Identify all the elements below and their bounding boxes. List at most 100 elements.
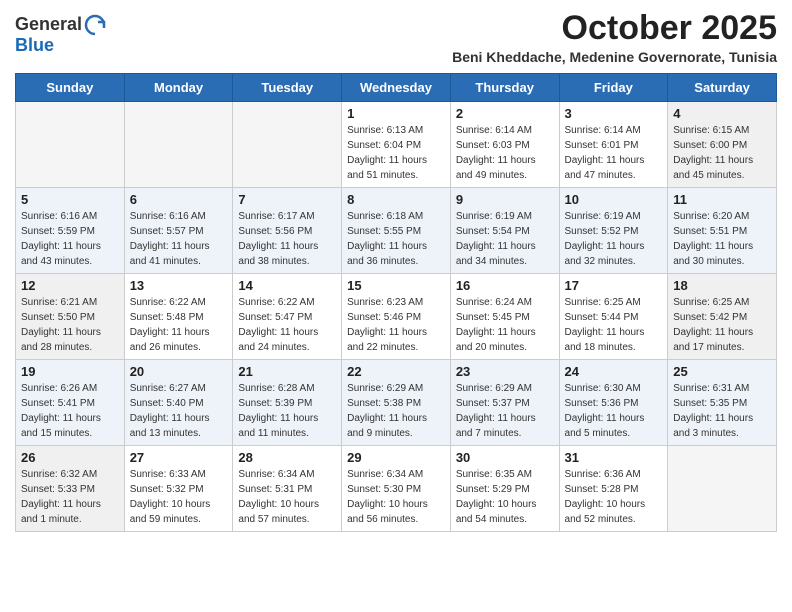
day-number: 13 [130,278,228,293]
day-detail: Sunrise: 6:22 AM Sunset: 5:48 PM Dayligh… [130,295,228,355]
calendar-cell: 15Sunrise: 6:23 AM Sunset: 5:46 PM Dayli… [342,274,451,360]
location-subtitle: Beni Kheddache, Medenine Governorate, Tu… [452,49,777,65]
calendar-cell: 1 Sunrise: 6:13 AM Sunset: 6:04 PM Daylig… [342,102,451,188]
day-detail: Sunrise: 6:31 AM Sunset: 5:35 PM Dayligh… [673,381,771,441]
day-detail: Sunrise: 6:21 AM Sunset: 5:50 PM Dayligh… [21,295,119,355]
day-number: 12 [21,278,119,293]
day-detail: Sunrise: 6:24 AM Sunset: 5:45 PM Dayligh… [456,295,554,355]
calendar-cell [16,102,125,188]
day-detail: Sunrise: 6:15 AM Sunset: 6:00 PM Dayligh… [673,123,771,183]
calendar-cell: 3 Sunrise: 6:14 AM Sunset: 6:01 PM Daylig… [559,102,668,188]
calendar-cell: 11Sunrise: 6:20 AM Sunset: 5:51 PM Dayli… [668,188,777,274]
weekday-header-wednesday: Wednesday [342,74,451,102]
day-number: 9 [456,192,554,207]
day-number: 30 [456,450,554,465]
calendar-cell: 28 Sunrise: 6:34 AM Sunset: 5:31 PM Dayli… [233,446,342,532]
day-detail: Sunrise: 6:27 AM Sunset: 5:40 PM Dayligh… [130,381,228,441]
day-number: 16 [456,278,554,293]
calendar-cell: 17Sunrise: 6:25 AM Sunset: 5:44 PM Dayli… [559,274,668,360]
day-number: 4 [673,106,771,121]
day-detail: Sunrise: 6:26 AM Sunset: 5:41 PM Dayligh… [21,381,119,441]
day-detail: Sunrise: 6:22 AM Sunset: 5:47 PM Dayligh… [238,295,336,355]
logo-general-text: General [15,15,82,35]
week-row-1: 1 Sunrise: 6:13 AM Sunset: 6:04 PM Daylig… [16,102,777,188]
weekday-header-thursday: Thursday [450,74,559,102]
calendar-cell: 31Sunrise: 6:36 AM Sunset: 5:28 PM Dayli… [559,446,668,532]
day-number: 29 [347,450,445,465]
calendar-cell [668,446,777,532]
calendar-cell: 29Sunrise: 6:34 AM Sunset: 5:30 PM Dayli… [342,446,451,532]
calendar-cell: 22 Sunrise: 6:29 AM Sunset: 5:38 PM Dayli… [342,360,451,446]
day-number: 27 [130,450,228,465]
day-number: 7 [238,192,336,207]
calendar-cell: 30 Sunrise: 6:35 AM Sunset: 5:29 PM Dayli… [450,446,559,532]
day-number: 1 [347,106,445,121]
calendar-cell [124,102,233,188]
day-detail: Sunrise: 6:20 AM Sunset: 5:51 PM Dayligh… [673,209,771,269]
day-number: 21 [238,364,336,379]
week-row-5: 26Sunrise: 6:32 AM Sunset: 5:33 PM Dayli… [16,446,777,532]
calendar-cell: 19 Sunrise: 6:26 AM Sunset: 5:41 PM Dayli… [16,360,125,446]
day-detail: Sunrise: 6:13 AM Sunset: 6:04 PM Dayligh… [347,123,445,183]
weekday-header-monday: Monday [124,74,233,102]
day-detail: Sunrise: 6:17 AM Sunset: 5:56 PM Dayligh… [238,209,336,269]
day-detail: Sunrise: 6:14 AM Sunset: 6:01 PM Dayligh… [565,123,663,183]
day-detail: Sunrise: 6:32 AM Sunset: 5:33 PM Dayligh… [21,467,119,527]
weekday-header-row: SundayMondayTuesdayWednesdayThursdayFrid… [16,74,777,102]
day-detail: Sunrise: 6:18 AM Sunset: 5:55 PM Dayligh… [347,209,445,269]
day-number: 18 [673,278,771,293]
week-row-2: 5 Sunrise: 6:16 AM Sunset: 5:59 PM Daylig… [16,188,777,274]
calendar-cell: 25 Sunrise: 6:31 AM Sunset: 5:35 PM Dayli… [668,360,777,446]
day-detail: Sunrise: 6:35 AM Sunset: 5:29 PM Dayligh… [456,467,554,527]
calendar-cell: 12 Sunrise: 6:21 AM Sunset: 5:50 PM Dayli… [16,274,125,360]
calendar-cell: 24Sunrise: 6:30 AM Sunset: 5:36 PM Dayli… [559,360,668,446]
calendar-cell: 8Sunrise: 6:18 AM Sunset: 5:55 PM Daylig… [342,188,451,274]
day-detail: Sunrise: 6:14 AM Sunset: 6:03 PM Dayligh… [456,123,554,183]
calendar-cell: 21 Sunrise: 6:28 AM Sunset: 5:39 PM Dayli… [233,360,342,446]
calendar-cell: 9 Sunrise: 6:19 AM Sunset: 5:54 PM Daylig… [450,188,559,274]
month-year-title: October 2025 [452,10,777,47]
day-detail: Sunrise: 6:23 AM Sunset: 5:46 PM Dayligh… [347,295,445,355]
calendar-table: SundayMondayTuesdayWednesdayThursdayFrid… [15,73,777,532]
day-detail: Sunrise: 6:16 AM Sunset: 5:59 PM Dayligh… [21,209,119,269]
week-row-3: 12 Sunrise: 6:21 AM Sunset: 5:50 PM Dayli… [16,274,777,360]
calendar-cell: 5 Sunrise: 6:16 AM Sunset: 5:59 PM Daylig… [16,188,125,274]
calendar-cell: 27Sunrise: 6:33 AM Sunset: 5:32 PM Dayli… [124,446,233,532]
day-detail: Sunrise: 6:29 AM Sunset: 5:37 PM Dayligh… [456,381,554,441]
day-number: 2 [456,106,554,121]
calendar-cell [233,102,342,188]
day-number: 19 [21,364,119,379]
day-detail: Sunrise: 6:19 AM Sunset: 5:54 PM Dayligh… [456,209,554,269]
weekday-header-saturday: Saturday [668,74,777,102]
title-block: October 2025 Beni Kheddache, Medenine Go… [452,10,777,65]
calendar-cell: 16 Sunrise: 6:24 AM Sunset: 5:45 PM Dayli… [450,274,559,360]
day-detail: Sunrise: 6:28 AM Sunset: 5:39 PM Dayligh… [238,381,336,441]
calendar-cell: 6 Sunrise: 6:16 AM Sunset: 5:57 PM Daylig… [124,188,233,274]
day-detail: Sunrise: 6:34 AM Sunset: 5:31 PM Dayligh… [238,467,336,527]
day-number: 22 [347,364,445,379]
day-detail: Sunrise: 6:36 AM Sunset: 5:28 PM Dayligh… [565,467,663,527]
calendar-container: General Blue October 2025 Beni Kheddache… [0,0,792,547]
day-number: 25 [673,364,771,379]
calendar-cell: 2 Sunrise: 6:14 AM Sunset: 6:03 PM Daylig… [450,102,559,188]
calendar-cell: 23Sunrise: 6:29 AM Sunset: 5:37 PM Dayli… [450,360,559,446]
calendar-cell: 18 Sunrise: 6:25 AM Sunset: 5:42 PM Dayli… [668,274,777,360]
day-number: 28 [238,450,336,465]
day-detail: Sunrise: 6:16 AM Sunset: 5:57 PM Dayligh… [130,209,228,269]
calendar-cell: 10Sunrise: 6:19 AM Sunset: 5:52 PM Dayli… [559,188,668,274]
logo-blue-text: Blue [15,35,54,55]
weekday-header-sunday: Sunday [16,74,125,102]
day-detail: Sunrise: 6:25 AM Sunset: 5:42 PM Dayligh… [673,295,771,355]
day-detail: Sunrise: 6:29 AM Sunset: 5:38 PM Dayligh… [347,381,445,441]
calendar-cell: 26Sunrise: 6:32 AM Sunset: 5:33 PM Dayli… [16,446,125,532]
weekday-header-tuesday: Tuesday [233,74,342,102]
day-number: 3 [565,106,663,121]
day-number: 10 [565,192,663,207]
calendar-cell: 7 Sunrise: 6:17 AM Sunset: 5:56 PM Daylig… [233,188,342,274]
weekday-header-friday: Friday [559,74,668,102]
calendar-cell: 13 Sunrise: 6:22 AM Sunset: 5:48 PM Dayli… [124,274,233,360]
day-number: 6 [130,192,228,207]
day-number: 5 [21,192,119,207]
calendar-cell: 14Sunrise: 6:22 AM Sunset: 5:47 PM Dayli… [233,274,342,360]
day-number: 24 [565,364,663,379]
